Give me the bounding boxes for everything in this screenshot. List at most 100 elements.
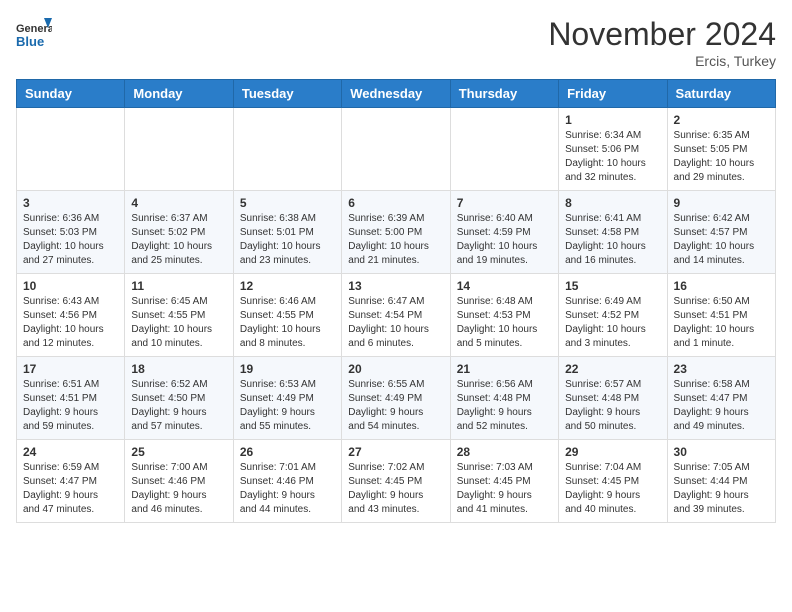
calendar-cell: 14 Sunrise: 6:48 AMSunset: 4:53 PMDayligh… [450, 274, 558, 357]
day-number: 18 [131, 362, 226, 376]
day-info: Sunrise: 7:01 AMSunset: 4:46 PMDaylight:… [240, 461, 335, 517]
day-info: Sunrise: 6:35 AMSunset: 5:05 PMDaylight:… [674, 129, 769, 185]
day-info: Sunrise: 6:51 AMSunset: 4:51 PMDaylight:… [23, 378, 118, 434]
day-number: 23 [674, 362, 769, 376]
weekday-header: Friday [559, 80, 667, 108]
calendar-cell: 5 Sunrise: 6:38 AMSunset: 5:01 PMDaylight… [233, 191, 341, 274]
calendar-cell: 20Sunrise: 6:55 AMSunset: 4:49 PMDayligh… [342, 357, 450, 440]
day-number: 11 [131, 279, 226, 293]
calendar-cell: 18 Sunrise: 6:52 AMSunset: 4:50 PMDayligh… [125, 357, 233, 440]
day-info: Sunrise: 6:39 AMSunset: 5:00 PMDaylight:… [348, 212, 443, 268]
day-info: Sunrise: 6:36 AMSunset: 5:03 PMDaylight:… [23, 212, 118, 268]
day-number: 15 [565, 279, 660, 293]
calendar-cell: 25 Sunrise: 7:00 AMSunset: 4:46 PMDayligh… [125, 440, 233, 523]
day-number: 16 [674, 279, 769, 293]
day-number: 9 [674, 196, 769, 210]
calendar-cell: 17 Sunrise: 6:51 AMSunset: 4:51 PMDayligh… [17, 357, 125, 440]
calendar-cell: 8 Sunrise: 6:41 AMSunset: 4:58 PMDaylight… [559, 191, 667, 274]
calendar-cell: 9 Sunrise: 6:42 AMSunset: 4:57 PMDaylight… [667, 191, 775, 274]
calendar-cell: 11 Sunrise: 6:45 AMSunset: 4:55 PMDayligh… [125, 274, 233, 357]
calendar-cell [342, 108, 450, 191]
day-number: 22 [565, 362, 660, 376]
calendar-cell: 19Sunrise: 6:53 AMSunset: 4:49 PMDayligh… [233, 357, 341, 440]
day-info: Sunrise: 6:52 AMSunset: 4:50 PMDaylight:… [131, 378, 226, 434]
day-info: Sunrise: 6:38 AMSunset: 5:01 PMDaylight:… [240, 212, 335, 268]
day-number: 2 [674, 113, 769, 127]
day-number: 1 [565, 113, 660, 127]
day-info: Sunrise: 6:48 AMSunset: 4:53 PMDaylight:… [457, 295, 552, 351]
svg-text:Blue: Blue [16, 34, 44, 49]
day-number: 27 [348, 445, 443, 459]
calendar-cell: 10 Sunrise: 6:43 AMSunset: 4:56 PMDayligh… [17, 274, 125, 357]
day-info: Sunrise: 6:46 AMSunset: 4:55 PMDaylight:… [240, 295, 335, 351]
day-number: 12 [240, 279, 335, 293]
day-number: 7 [457, 196, 552, 210]
day-info: Sunrise: 7:03 AMSunset: 4:45 PMDaylight:… [457, 461, 552, 517]
day-number: 14 [457, 279, 552, 293]
day-number: 10 [23, 279, 118, 293]
calendar-cell: 29Sunrise: 7:04 AMSunset: 4:45 PMDayligh… [559, 440, 667, 523]
day-info: Sunrise: 6:58 AMSunset: 4:47 PMDaylight:… [674, 378, 769, 434]
day-info: Sunrise: 6:55 AMSunset: 4:49 PMDaylight:… [348, 378, 443, 434]
day-info: Sunrise: 6:37 AMSunset: 5:02 PMDaylight:… [131, 212, 226, 268]
day-number: 24 [23, 445, 118, 459]
day-info: Sunrise: 6:56 AMSunset: 4:48 PMDaylight:… [457, 378, 552, 434]
calendar-week-row: 1 Sunrise: 6:34 AMSunset: 5:06 PMDaylight… [17, 108, 776, 191]
day-number: 6 [348, 196, 443, 210]
day-number: 17 [23, 362, 118, 376]
calendar-week-row: 3 Sunrise: 6:36 AMSunset: 5:03 PMDaylight… [17, 191, 776, 274]
day-info: Sunrise: 6:40 AMSunset: 4:59 PMDaylight:… [457, 212, 552, 268]
day-info: Sunrise: 7:00 AMSunset: 4:46 PMDaylight:… [131, 461, 226, 517]
calendar-cell: 21Sunrise: 6:56 AMSunset: 4:48 PMDayligh… [450, 357, 558, 440]
day-info: Sunrise: 6:57 AMSunset: 4:48 PMDaylight:… [565, 378, 660, 434]
calendar-cell: 6 Sunrise: 6:39 AMSunset: 5:00 PMDaylight… [342, 191, 450, 274]
day-info: Sunrise: 6:41 AMSunset: 4:58 PMDaylight:… [565, 212, 660, 268]
day-info: Sunrise: 6:59 AMSunset: 4:47 PMDaylight:… [23, 461, 118, 517]
weekday-header: Tuesday [233, 80, 341, 108]
day-info: Sunrise: 6:43 AMSunset: 4:56 PMDaylight:… [23, 295, 118, 351]
day-number: 3 [23, 196, 118, 210]
calendar-cell: 23 Sunrise: 6:58 AMSunset: 4:47 PMDayligh… [667, 357, 775, 440]
weekday-header: Saturday [667, 80, 775, 108]
day-info: Sunrise: 6:34 AMSunset: 5:06 PMDaylight:… [565, 129, 660, 185]
calendar-cell: 15 Sunrise: 6:49 AMSunset: 4:52 PMDayligh… [559, 274, 667, 357]
calendar-week-row: 10 Sunrise: 6:43 AMSunset: 4:56 PMDayligh… [17, 274, 776, 357]
day-info: Sunrise: 7:05 AMSunset: 4:44 PMDaylight:… [674, 461, 769, 517]
weekday-header: Wednesday [342, 80, 450, 108]
day-info: Sunrise: 7:02 AMSunset: 4:45 PMDaylight:… [348, 461, 443, 517]
day-number: 4 [131, 196, 226, 210]
calendar-cell: 2 Sunrise: 6:35 AMSunset: 5:05 PMDaylight… [667, 108, 775, 191]
calendar-cell: 4 Sunrise: 6:37 AMSunset: 5:02 PMDaylight… [125, 191, 233, 274]
location: Ercis, Turkey [548, 53, 776, 69]
day-info: Sunrise: 6:45 AMSunset: 4:55 PMDaylight:… [131, 295, 226, 351]
day-number: 25 [131, 445, 226, 459]
day-number: 28 [457, 445, 552, 459]
calendar-cell: 3 Sunrise: 6:36 AMSunset: 5:03 PMDaylight… [17, 191, 125, 274]
calendar-cell: 16Sunrise: 6:50 AMSunset: 4:51 PMDayligh… [667, 274, 775, 357]
calendar-header-row: SundayMondayTuesdayWednesdayThursdayFrid… [17, 80, 776, 108]
title-area: November 2024 Ercis, Turkey [548, 16, 776, 69]
calendar-cell: 28 Sunrise: 7:03 AMSunset: 4:45 PMDayligh… [450, 440, 558, 523]
calendar-cell [450, 108, 558, 191]
weekday-header: Sunday [17, 80, 125, 108]
day-number: 8 [565, 196, 660, 210]
day-number: 5 [240, 196, 335, 210]
calendar-cell: 26 Sunrise: 7:01 AMSunset: 4:46 PMDayligh… [233, 440, 341, 523]
day-number: 30 [674, 445, 769, 459]
day-info: Sunrise: 6:49 AMSunset: 4:52 PMDaylight:… [565, 295, 660, 351]
calendar-cell [125, 108, 233, 191]
day-number: 26 [240, 445, 335, 459]
day-number: 13 [348, 279, 443, 293]
day-info: Sunrise: 7:04 AMSunset: 4:45 PMDaylight:… [565, 461, 660, 517]
calendar-cell: 22 Sunrise: 6:57 AMSunset: 4:48 PMDayligh… [559, 357, 667, 440]
day-info: Sunrise: 6:42 AMSunset: 4:57 PMDaylight:… [674, 212, 769, 268]
calendar-cell: 7 Sunrise: 6:40 AMSunset: 4:59 PMDaylight… [450, 191, 558, 274]
calendar-cell: 13 Sunrise: 6:47 AMSunset: 4:54 PMDayligh… [342, 274, 450, 357]
page-header: General Blue November 2024 Ercis, Turkey [16, 16, 776, 69]
calendar-cell: 12 Sunrise: 6:46 AMSunset: 4:55 PMDayligh… [233, 274, 341, 357]
calendar-cell [233, 108, 341, 191]
day-info: Sunrise: 6:47 AMSunset: 4:54 PMDaylight:… [348, 295, 443, 351]
logo: General Blue [16, 16, 52, 52]
logo-svg: General Blue [16, 16, 52, 52]
calendar-cell [17, 108, 125, 191]
